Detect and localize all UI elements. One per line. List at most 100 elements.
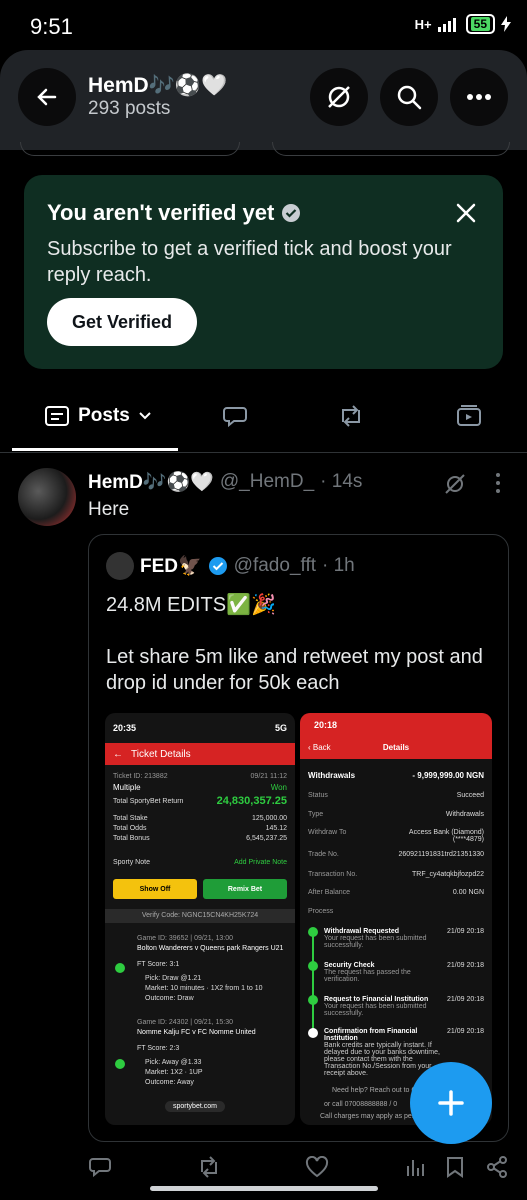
check-icon [308, 961, 318, 971]
shot1-game2-id: Game ID: 24302 | 09/21, 15:30 [137, 1019, 233, 1026]
shot1-game2-market: Market: 1X2 · 1UP [145, 1069, 203, 1076]
post-author-handle[interactable]: @_HemD_ [220, 471, 314, 493]
shot1-game1-teams: Bolton Wanderers v Queens park Rangers U… [137, 945, 284, 952]
shot1-odds-value: 145.12 [265, 825, 287, 832]
shot1-remix: Remix Bet [203, 879, 287, 899]
posts-icon [45, 406, 70, 426]
profile-action-button[interactable] [20, 142, 240, 156]
charging-icon [501, 16, 511, 32]
shot2-type-value: Withdrawals [445, 811, 484, 818]
shot1-title: Ticket Details [131, 748, 191, 760]
shot2-trade-value: 260921191831trd21351330 [398, 851, 484, 858]
tab-posts[interactable]: Posts [36, 390, 160, 442]
get-verified-button[interactable]: Get Verified [47, 298, 197, 346]
process-line [312, 931, 314, 1037]
check-icon [308, 1028, 318, 1038]
post-more-icon[interactable] [494, 472, 502, 494]
shot1-game2-teams: Nomme Kalju FC v FC Nomme United [137, 1029, 256, 1036]
shot1-game1-market: Market: 10 minutes · 1X2 from 1 to 10 [145, 985, 263, 992]
chevron-down-icon [139, 412, 151, 420]
repost-icon[interactable] [196, 1156, 222, 1178]
shot2-step-date: 21/09 20:18 [447, 1028, 484, 1035]
shot2-trade-label: Trade No. [308, 851, 339, 858]
shot1-footer: sportybet.com [165, 1101, 225, 1112]
avatar[interactable] [18, 468, 76, 526]
quoted-text-line: Let share 5m like and retweet my post an… [106, 646, 483, 694]
shot2-type-label: Type [308, 811, 324, 818]
like-icon[interactable] [305, 1156, 329, 1178]
more-button[interactable] [450, 68, 508, 126]
status-time: 9:51 [30, 14, 73, 39]
shot2-step-title: Confirmation from Financial Institution [324, 1028, 418, 1042]
back-button[interactable] [18, 68, 76, 126]
more-icon [467, 94, 491, 100]
shot2-step-title: Request to Financial Institution [324, 996, 429, 1003]
repost-icon [342, 405, 360, 427]
shot1-game2-score: FT Score: 2:3 [137, 1045, 180, 1052]
search-button[interactable] [380, 68, 438, 126]
shot2-step-date: 21/09 20:18 [447, 962, 484, 969]
shot1-game1-id: Game ID: 39652 | 09/21, 13:00 [137, 935, 233, 942]
verify-card-subtitle: Subscribe to get a verified tick and boo… [47, 238, 452, 286]
verified-badge-icon [282, 204, 301, 222]
quoted-avatar [106, 552, 134, 580]
battery-level: 55 [470, 17, 490, 31]
shot2-step-date: 21/09 20:18 [447, 996, 484, 1003]
shot2-help: Need help? Reach out to C [332, 1087, 417, 1094]
shot2-step-desc: The request has passed the verification. [324, 969, 411, 983]
compose-button[interactable] [410, 1062, 492, 1144]
battery-icon: 55 [465, 14, 495, 34]
shot2-to-value: Access Bank (Diamond) (****4879) [408, 829, 484, 843]
shot1-note-label: Sporty Note [113, 859, 150, 866]
quoted-time: · 1h [322, 555, 355, 576]
profile-header [0, 50, 527, 150]
media-icon [457, 405, 481, 426]
shot1-titlebar: ← Ticket Details [105, 743, 295, 765]
views-icon[interactable] [406, 1156, 426, 1178]
shot1-game2-outcome: Outcome: Away [145, 1079, 194, 1086]
tab-active-indicator [12, 448, 178, 451]
check-icon [308, 927, 318, 937]
shot2-step-desc: Your request has been submitted successf… [324, 935, 427, 949]
check-icon [115, 963, 125, 973]
shot1-stake-label: Total Stake [113, 815, 148, 822]
quoted-author-name: FED🦅 [140, 556, 202, 577]
shot1-bonus-label: Total Bonus [113, 835, 150, 842]
shot1-verify-code: Verify Code: NGNC15CN4KH25K724 [105, 909, 295, 923]
shot1-return-label: Total SportyBet Return [113, 797, 184, 805]
home-indicator[interactable] [150, 1186, 378, 1191]
quoted-header: FED🦅 @fado_fft · 1h [140, 554, 355, 578]
shot2-balance-value: 0.00 NGN [452, 889, 484, 896]
bookmark-icon[interactable] [446, 1156, 464, 1178]
shot1-game1-pick: Pick: Draw @1.21 [145, 975, 202, 982]
tab-media[interactable] [444, 390, 494, 442]
search-icon [397, 85, 422, 110]
back-arrow-icon [37, 88, 57, 106]
profile-action-button[interactable] [272, 142, 510, 156]
check-icon [115, 1059, 125, 1069]
shot1-game1-score: FT Score: 3:1 [137, 961, 180, 968]
tab-reposts[interactable] [326, 390, 376, 442]
post-count: 293 posts [88, 98, 171, 119]
quoted-text: 24.8M EDITS✅🎉 Let share 5m like and retw… [106, 592, 498, 696]
check-icon [308, 995, 318, 1005]
profile-tabs: Posts [0, 390, 527, 450]
attached-image-ticket[interactable]: 20:35 5G ← Ticket Details Ticket ID: 213… [105, 713, 295, 1125]
shot2-step-title: Security Check [324, 962, 375, 969]
shot2-step-date: 21/09 20:18 [447, 928, 484, 935]
shot1-show-off: Show Off [113, 879, 197, 899]
post-text: Here [88, 499, 130, 520]
shot2-step-title: Withdrawal Requested [324, 928, 400, 935]
grok-icon[interactable] [443, 472, 467, 496]
quoted-text-line [106, 618, 498, 644]
reply-icon[interactable] [88, 1156, 112, 1178]
share-icon[interactable] [486, 1156, 508, 1178]
shot1-won: Won [270, 783, 287, 792]
quoted-text-line: 24.8M EDITS✅🎉 [106, 594, 276, 616]
grok-button[interactable] [310, 68, 368, 126]
tab-replies[interactable] [210, 390, 260, 442]
shot1-date: 09/21 11:12 [250, 773, 287, 780]
tab-posts-label: Posts [78, 405, 130, 426]
post-author-name[interactable]: HemD🎶⚽🤍 [88, 470, 214, 494]
close-icon[interactable] [455, 202, 477, 224]
